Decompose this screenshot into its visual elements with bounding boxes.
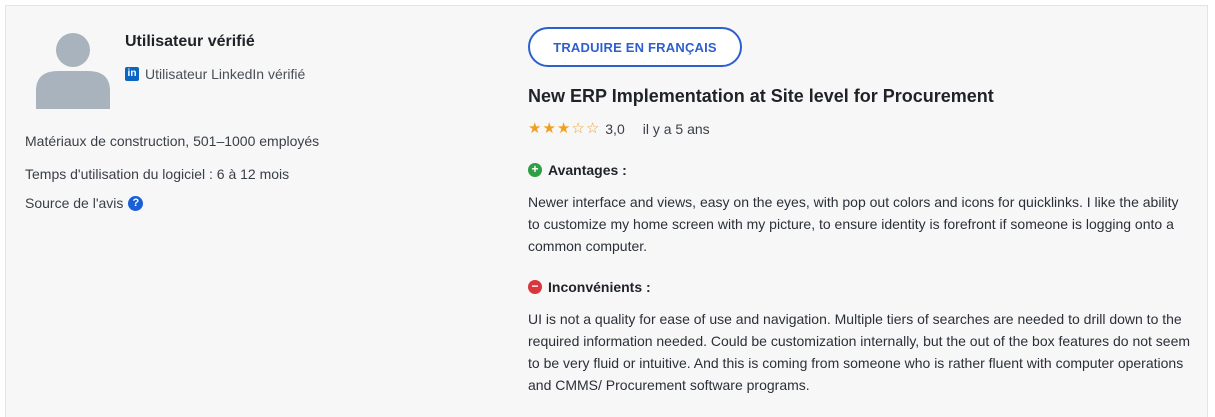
pros-text: Newer interface and views, easy on the e…	[528, 194, 1179, 254]
help-icon[interactable]: ?	[128, 195, 144, 211]
minus-circle-icon: −	[528, 280, 542, 294]
reviewer-name: Utilisateur vérifié	[125, 33, 255, 50]
linkedin-verified: in Utilisateur LinkedIn vérifié	[125, 66, 305, 82]
cons-text: UI is not a quality for ease of use and …	[528, 311, 1191, 393]
linkedin-icon: in	[125, 67, 139, 81]
pros-heading: + Avantages :	[528, 162, 627, 178]
review-title: New ERP Implementation at Site level for…	[528, 86, 994, 106]
star-rating: ★ ★ ★ ☆ ☆	[528, 121, 599, 137]
star-empty-icon: ☆	[585, 120, 600, 137]
review-card: Utilisateur vérifié in Utilisateur Linke…	[5, 5, 1208, 417]
reviewer-usage: Temps d'utilisation du logiciel : 6 à 12…	[25, 166, 290, 182]
cons-heading: − Inconvénients :	[528, 279, 651, 295]
star-full-icon: ★	[528, 120, 542, 137]
review-date: il y a 5 ans	[642, 121, 710, 137]
reviewer-company: Matériaux de construction, 501–1000 empl…	[25, 133, 320, 149]
plus-circle-icon: +	[528, 163, 542, 177]
translate-button[interactable]: TRADUIRE EN FRANÇAIS	[528, 27, 742, 67]
rating-row: ★ ★ ★ ☆ ☆ 3,0 il y a 5 ans	[528, 121, 710, 138]
star-empty-icon: ☆	[571, 120, 585, 137]
user-avatar-icon	[36, 33, 110, 109]
rating-value: 3,0	[605, 121, 625, 137]
cons-label: Inconvénients :	[548, 279, 651, 295]
review-source-label: Source de l'avis	[25, 195, 124, 211]
linkedin-verified-label: Utilisateur LinkedIn vérifié	[145, 66, 306, 82]
pros-label: Avantages :	[548, 162, 627, 178]
review-source: Source de l'avis ?	[25, 195, 144, 211]
star-full-icon: ★	[542, 120, 556, 137]
star-full-icon: ★	[556, 120, 571, 137]
